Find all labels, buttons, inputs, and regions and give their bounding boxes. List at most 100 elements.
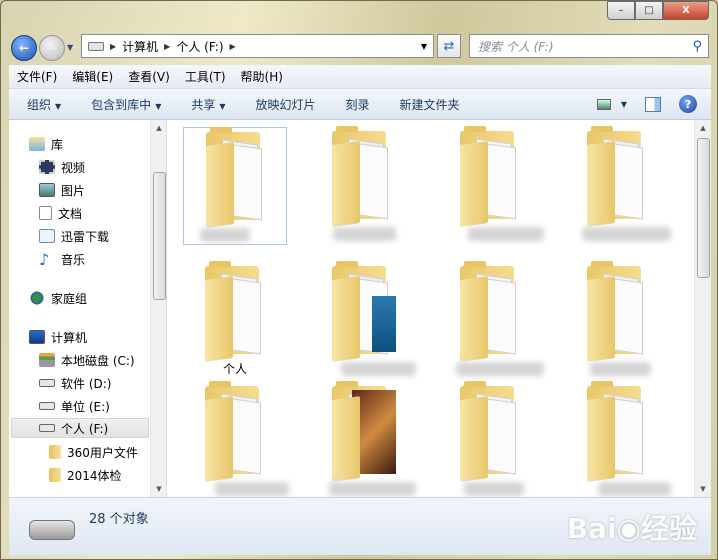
file-item[interactable] — [183, 381, 289, 497]
new-folder-button[interactable]: 新建文件夹 — [400, 96, 460, 113]
navigation-pane: 库 视频 图片 文档 迅雷下载 ♪ 音乐 家庭组 计算机 本地磁盘 (C:) 软件… — [9, 120, 167, 497]
breadcrumb-computer[interactable]: 计算机 — [122, 38, 158, 55]
breadcrumb-arrow-icon[interactable]: ▶ — [230, 42, 236, 51]
file-item[interactable] — [310, 126, 414, 245]
explorer-window: – □ X ← → ▼ ▶ 计算机 ▶ 个人 (F:) ▶ ▼ ⇄ 搜索 个人 … — [0, 0, 718, 560]
nav-scroll-thumb[interactable] — [153, 172, 166, 300]
file-item[interactable] — [310, 261, 416, 380]
content-scroll-thumb[interactable] — [697, 138, 710, 278]
scroll-up-icon[interactable]: ▲ — [695, 124, 711, 132]
status-bar: 28 个对象 Bai◉经验 — [9, 497, 711, 555]
folder-icon — [205, 261, 265, 362]
nav-drive-e[interactable]: 单位 (E:) — [39, 396, 110, 416]
scroll-down-icon[interactable]: ▼ — [151, 485, 166, 493]
breadcrumb-arrow-icon[interactable]: ▶ — [164, 42, 170, 51]
file-item[interactable]: 个人 — [183, 261, 287, 380]
back-button[interactable]: ← — [11, 35, 37, 61]
drive-large-icon — [29, 520, 75, 540]
slideshow-button[interactable]: 放映幻灯片 — [256, 96, 316, 113]
thumbnail-image — [372, 296, 396, 352]
nav-drive-d[interactable]: 软件 (D:) — [39, 373, 111, 393]
breadcrumb-arrow-icon[interactable]: ▶ — [110, 42, 116, 51]
folder-icon — [49, 445, 61, 459]
search-input[interactable]: 搜索 个人 (F:) ⚲ — [469, 34, 709, 58]
homegroup-icon — [29, 291, 45, 305]
nav-pictures[interactable]: 图片 — [39, 180, 85, 200]
watermark-logo: Bai◉经验 — [566, 512, 697, 545]
scroll-up-icon[interactable]: ▲ — [151, 124, 166, 132]
content-scrollbar[interactable]: ▲ ▼ — [694, 120, 711, 497]
menu-help[interactable]: 帮助(H) — [241, 68, 283, 85]
nav-computer[interactable]: 计算机 — [29, 327, 87, 347]
file-item[interactable] — [310, 381, 416, 497]
file-item[interactable] — [438, 261, 544, 380]
computer-icon — [29, 330, 45, 344]
folder-icon — [205, 381, 265, 482]
file-item[interactable] — [565, 381, 671, 497]
file-name-redacted — [456, 362, 544, 376]
pictures-icon — [39, 183, 55, 197]
file-name-redacted — [341, 362, 416, 376]
file-name-redacted — [590, 362, 651, 376]
help-button[interactable]: ? — [679, 95, 697, 113]
library-icon — [29, 137, 45, 151]
address-bar[interactable]: ▶ 计算机 ▶ 个人 (F:) ▶ ▼ — [81, 34, 434, 58]
share-button[interactable]: 共享 ▼ — [191, 96, 225, 113]
nav-documents[interactable]: 文档 — [39, 203, 82, 223]
nav-xunlei[interactable]: 迅雷下载 — [39, 226, 109, 246]
file-item[interactable] — [565, 261, 669, 380]
file-name-redacted — [464, 482, 524, 496]
search-icon[interactable]: ⚲ — [692, 39, 702, 54]
close-button[interactable]: X — [663, 1, 709, 20]
menu-edit[interactable]: 编辑(E) — [72, 68, 113, 85]
drive-icon — [88, 41, 104, 51]
drive-icon — [39, 424, 55, 432]
nav-drive-f[interactable]: 个人 (F:) — [11, 418, 149, 438]
documents-icon — [39, 206, 52, 220]
folder-icon — [332, 126, 392, 227]
nav-folder-360[interactable]: 360用户文件 — [49, 442, 138, 462]
folder-icon — [587, 381, 647, 482]
nav-library[interactable]: 库 — [29, 134, 63, 154]
download-folder-icon — [39, 229, 55, 243]
minimize-button[interactable]: – — [607, 1, 635, 20]
nav-folder-2014[interactable]: 2014体检 — [49, 465, 122, 485]
file-item[interactable] — [438, 126, 544, 245]
file-name: 个人 — [222, 362, 247, 376]
menu-file[interactable]: 文件(F) — [17, 68, 57, 85]
file-name-redacted — [468, 227, 544, 241]
folder-icon — [587, 261, 647, 362]
include-in-library-button[interactable]: 包含到库中 ▼ — [91, 96, 161, 113]
video-icon — [39, 160, 55, 174]
file-item[interactable] — [565, 126, 671, 245]
burn-button[interactable]: 刻录 — [346, 96, 370, 113]
caption-buttons: – □ X — [607, 1, 709, 20]
preview-pane-button[interactable] — [645, 96, 661, 112]
nav-video[interactable]: 视频 — [39, 157, 85, 177]
nav-scrollbar[interactable]: ▲ ▼ — [150, 120, 166, 497]
breadcrumb-drive-f[interactable]: 个人 (F:) — [176, 38, 223, 55]
search-placeholder: 搜索 个人 (F:) — [478, 39, 554, 54]
system-drive-icon — [39, 353, 55, 367]
folder-icon — [460, 261, 520, 362]
file-name-redacted — [598, 482, 671, 496]
nav-drive-c[interactable]: 本地磁盘 (C:) — [39, 350, 135, 370]
file-item[interactable] — [183, 127, 287, 245]
file-name-redacted — [215, 482, 289, 496]
nav-homegroup[interactable]: 家庭组 — [29, 288, 87, 308]
organize-button[interactable]: 组织 ▼ — [27, 96, 61, 113]
scroll-down-icon[interactable]: ▼ — [695, 485, 711, 493]
menu-view[interactable]: 查看(V) — [128, 68, 170, 85]
change-view-button[interactable]: ▼ — [596, 98, 627, 110]
menu-bar: 文件(F) 编辑(E) 查看(V) 工具(T) 帮助(H) — [9, 65, 711, 89]
file-name-redacted — [582, 227, 671, 241]
forward-button[interactable]: → — [39, 35, 65, 61]
refresh-button[interactable]: ⇄ — [437, 34, 461, 58]
folder-icon — [206, 127, 266, 228]
maximize-button[interactable]: □ — [635, 1, 663, 20]
nav-music[interactable]: ♪ 音乐 — [39, 249, 85, 269]
file-item[interactable] — [438, 381, 542, 497]
address-dropdown-icon[interactable]: ▼ — [421, 42, 427, 51]
recent-pages-dropdown[interactable]: ▼ — [67, 43, 73, 52]
menu-tools[interactable]: 工具(T) — [185, 68, 226, 85]
